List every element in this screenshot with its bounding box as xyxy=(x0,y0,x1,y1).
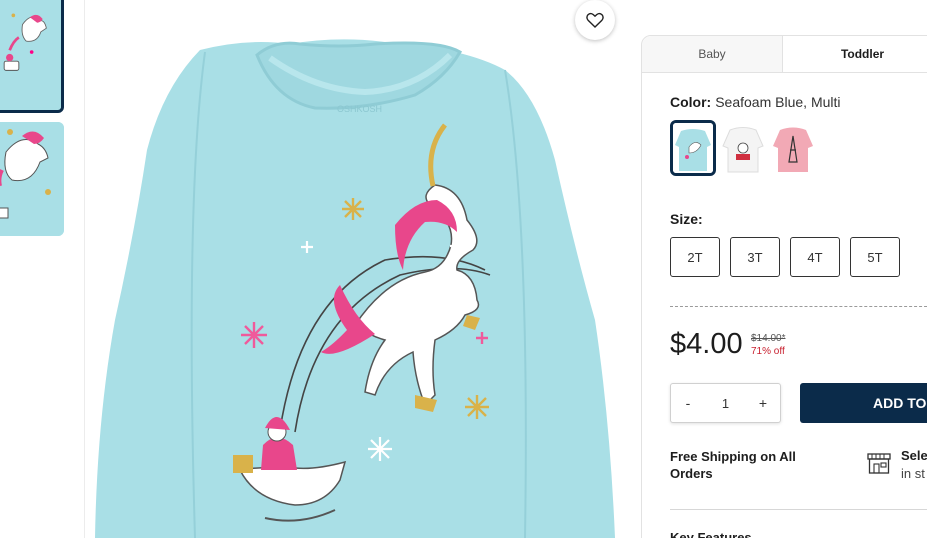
quantity-value[interactable]: 1 xyxy=(722,396,729,411)
current-price: $4.00 xyxy=(670,328,743,360)
swatch-seafoam-image xyxy=(673,123,713,173)
svg-text:OSHKOSH: OSHKOSH xyxy=(337,104,382,114)
divider xyxy=(670,509,927,510)
shirt-illustration: OSHKOSH xyxy=(95,39,615,538)
store-pickup-title[interactable]: Sele xyxy=(901,448,927,463)
quantity-decrease-button[interactable]: - xyxy=(681,395,695,411)
thumbnail-front-image xyxy=(0,0,61,108)
color-row: Color: Seafoam Blue, Multi xyxy=(670,94,841,110)
quantity-stepper: - 1 + xyxy=(670,383,781,423)
store-icon xyxy=(867,453,891,474)
color-swatch-white[interactable] xyxy=(720,120,766,176)
size-option-3t[interactable]: 3T xyxy=(730,237,780,277)
original-price: $14.00* xyxy=(751,333,786,344)
discount-label: 71% off xyxy=(751,346,785,357)
tab-baby[interactable]: Baby xyxy=(642,36,783,72)
size-option-4t[interactable]: 4T xyxy=(790,237,840,277)
quantity-increase-button[interactable]: + xyxy=(756,395,770,411)
thumbnail-detail-image xyxy=(0,122,64,236)
dashed-divider xyxy=(670,306,927,307)
swatch-pink-image xyxy=(770,120,816,176)
product-details-panel: Baby Toddler Color: Seafoam Blue, Multi S… xyxy=(641,35,927,538)
add-to-bag-button[interactable]: ADD TO xyxy=(800,383,927,423)
thumbnail-column xyxy=(0,0,75,538)
size-label: Size: xyxy=(670,211,703,227)
heart-icon xyxy=(586,12,604,28)
color-swatch-pink[interactable] xyxy=(770,120,816,176)
free-shipping-text: Free Shipping on All Orders xyxy=(670,449,796,481)
color-value: Seafoam Blue, Multi xyxy=(715,94,841,110)
color-swatch-seafoam[interactable] xyxy=(670,120,716,176)
size-option-5t[interactable]: 5T xyxy=(850,237,900,277)
main-product-image[interactable]: OSHKOSH xyxy=(85,0,640,538)
key-features-heading[interactable]: Key Features xyxy=(670,530,752,538)
age-tabs: Baby Toddler xyxy=(642,36,927,73)
favorite-button[interactable] xyxy=(575,0,615,40)
size-option-2t[interactable]: 2T xyxy=(670,237,720,277)
thumbnail-detail[interactable] xyxy=(0,122,64,236)
thumbnail-front[interactable] xyxy=(0,0,64,113)
store-pickup-subtitle: in st xyxy=(901,466,925,481)
tab-toddler[interactable]: Toddler xyxy=(783,36,927,72)
swatch-white-image xyxy=(720,120,766,176)
color-label: Color: xyxy=(670,94,712,110)
